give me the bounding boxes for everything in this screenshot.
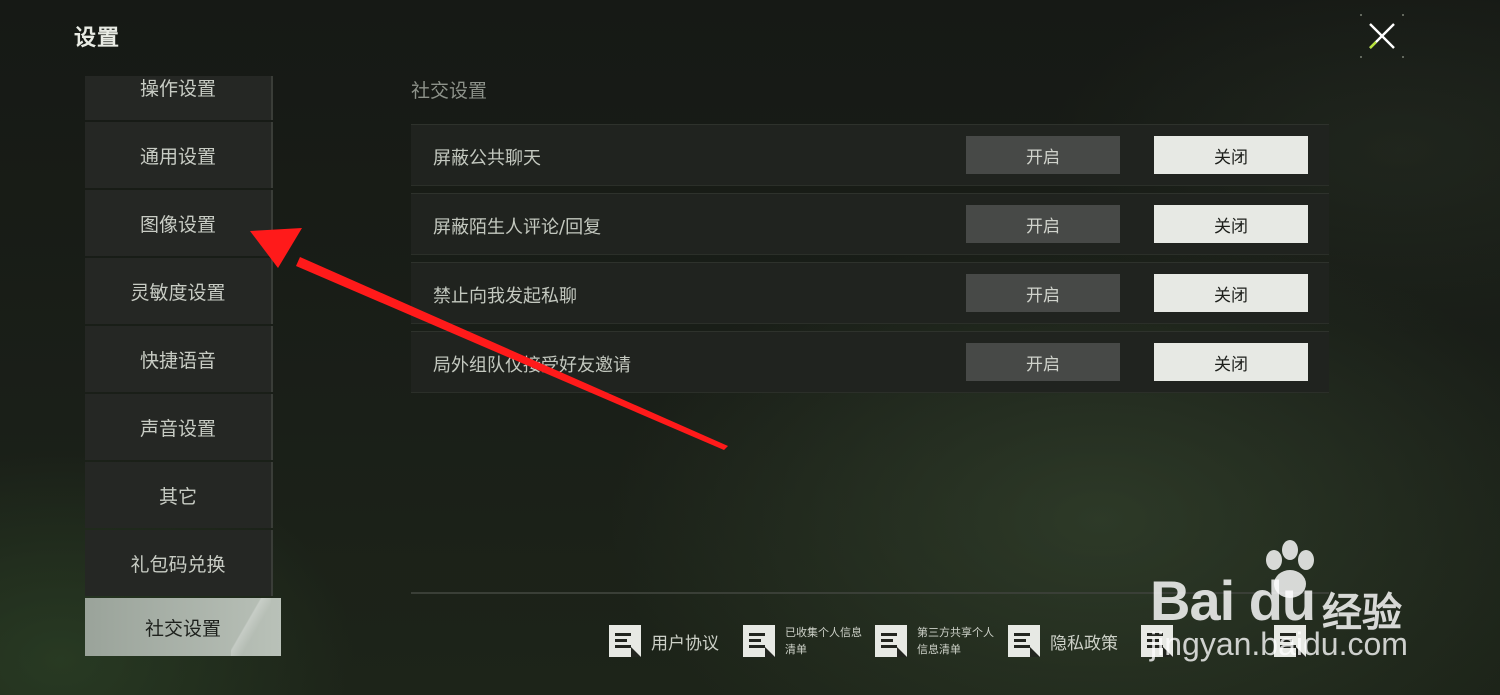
sidebar-item-sensitivity[interactable]: 灵敏度设置	[85, 258, 273, 324]
sidebar-item-label: 社交设置	[144, 617, 221, 640]
enable-button[interactable]: 开启	[966, 136, 1120, 174]
disable-button[interactable]: 关闭	[1154, 343, 1308, 381]
sidebar-item-label: 灵敏度设置	[130, 281, 226, 304]
document-icon	[743, 625, 775, 657]
sidebar-item-sound[interactable]: 声音设置	[85, 394, 273, 460]
sidebar-item-social[interactable]: 社交设置	[85, 598, 281, 656]
document-icon	[1008, 625, 1040, 657]
sidebar-item-label: 图像设置	[139, 213, 216, 236]
setting-label: 禁止向我发起私聊	[433, 286, 577, 307]
sidebar-item-graphics[interactable]: 图像设置	[85, 190, 273, 256]
privacy-policy-link[interactable]: 隐私政策	[1008, 624, 1118, 658]
sidebar-item-gift-code[interactable]: 礼包码兑换	[85, 530, 273, 596]
partially-hidden-link-1[interactable]	[1141, 624, 1173, 658]
footer-link-label-line1: 第三方共享个人	[917, 626, 994, 639]
footer-link-label-line2: 清单	[785, 643, 807, 656]
document-icon	[609, 625, 641, 657]
section-title: 社交设置	[411, 80, 488, 102]
setting-label: 屏蔽陌生人评论/回复	[433, 217, 602, 238]
sidebar-item-label: 操作设置	[139, 77, 216, 100]
sidebar-item-label: 其它	[158, 485, 197, 508]
sidebar-item-label: 快捷语音	[139, 349, 216, 372]
sidebar-item-label: 通用设置	[139, 145, 216, 168]
document-icon	[875, 625, 907, 657]
setting-row-block-private-chat: 禁止向我发起私聊 开启 关闭	[411, 262, 1329, 324]
sidebar-item-other[interactable]: 其它	[85, 462, 273, 528]
footer-link-label-line2: 信息清单	[917, 643, 961, 656]
sidebar: 操作设置 通用设置 图像设置 灵敏度设置 快捷语音 声音设置 其它 礼包码兑换 …	[85, 76, 281, 658]
enable-button[interactable]: 开启	[966, 274, 1120, 312]
footer-link-label-line1: 已收集个人信息	[785, 626, 862, 639]
setting-row-block-public-chat: 屏蔽公共聊天 开启 关闭	[411, 124, 1329, 186]
document-icon	[1141, 625, 1173, 657]
footer-link-label: 已收集个人信息 清单	[785, 624, 862, 658]
document-icon	[1274, 625, 1306, 657]
close-button[interactable]	[1358, 12, 1406, 60]
sidebar-item-general[interactable]: 通用设置	[85, 122, 273, 188]
third-party-sharing-list-link[interactable]: 第三方共享个人 信息清单	[875, 624, 994, 658]
sidebar-item-label: 声音设置	[139, 417, 216, 440]
disable-button[interactable]: 关闭	[1154, 205, 1308, 243]
setting-label: 局外组队仅接受好友邀请	[433, 355, 631, 376]
setting-row-friend-invites-only: 局外组队仅接受好友邀请 开启 关闭	[411, 331, 1329, 393]
enable-button[interactable]: 开启	[966, 343, 1120, 381]
footer-link-label: 用户协议	[651, 633, 719, 654]
sidebar-item-quick-voice[interactable]: 快捷语音	[85, 326, 273, 392]
page-title: 设置	[74, 26, 121, 51]
enable-button[interactable]: 开启	[966, 205, 1120, 243]
footer-link-label: 第三方共享个人 信息清单	[917, 624, 994, 658]
user-agreement-link[interactable]: 用户协议	[609, 624, 719, 658]
setting-row-block-stranger-comments: 屏蔽陌生人评论/回复 开启 关闭	[411, 193, 1329, 255]
collected-info-list-link[interactable]: 已收集个人信息 清单	[743, 624, 862, 658]
divider	[411, 592, 1329, 594]
sidebar-item-label: 礼包码兑换	[130, 553, 226, 576]
sidebar-item-operation[interactable]: 操作设置	[85, 76, 273, 120]
disable-button[interactable]: 关闭	[1154, 136, 1308, 174]
footer-link-label: 隐私政策	[1050, 633, 1118, 654]
disable-button[interactable]: 关闭	[1154, 274, 1308, 312]
partially-hidden-link-2[interactable]	[1274, 624, 1306, 658]
close-x-icon	[1360, 14, 1404, 58]
setting-label: 屏蔽公共聊天	[433, 148, 541, 169]
